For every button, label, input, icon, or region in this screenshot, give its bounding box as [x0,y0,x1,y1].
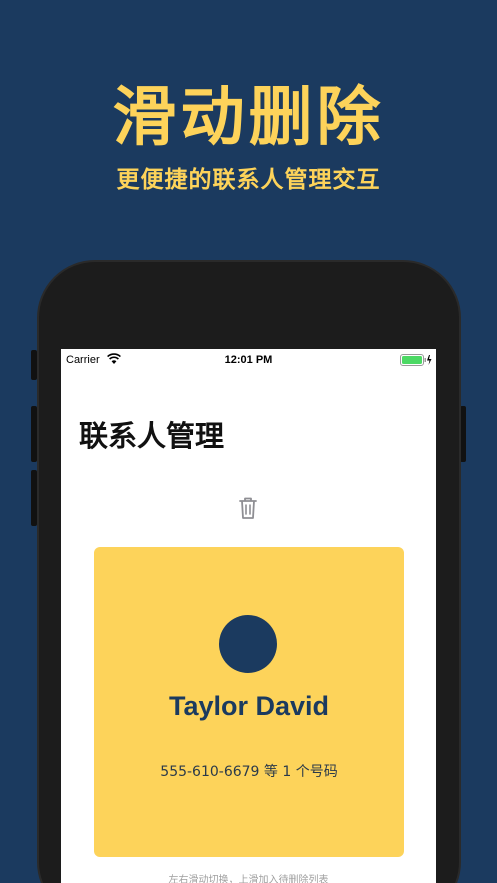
swipe-hint: 左右滑动切换，上滑加入待删除列表 [168,875,329,883]
phone-screen: Carrier 12:01 PM 联系人管理 Taylor David 555-… [61,349,436,883]
trash-icon[interactable] [237,496,259,520]
battery-icon [400,354,432,366]
page-title: 联系人管理 [79,419,225,453]
hero-subtitle: 更便捷的联系人管理交互 [116,167,381,193]
status-bar: Carrier 12:01 PM [61,349,436,371]
avatar [219,615,277,673]
hero-title: 滑动删除 [112,81,385,155]
status-time: 12:01 PM [224,354,273,366]
contact-phone-summary: 555-610-6679 等 1 个号码 [160,764,338,780]
contact-name: Taylor David [168,691,330,721]
contact-card[interactable]: Taylor David 555-610-6679 等 1 个号码 [94,547,404,857]
